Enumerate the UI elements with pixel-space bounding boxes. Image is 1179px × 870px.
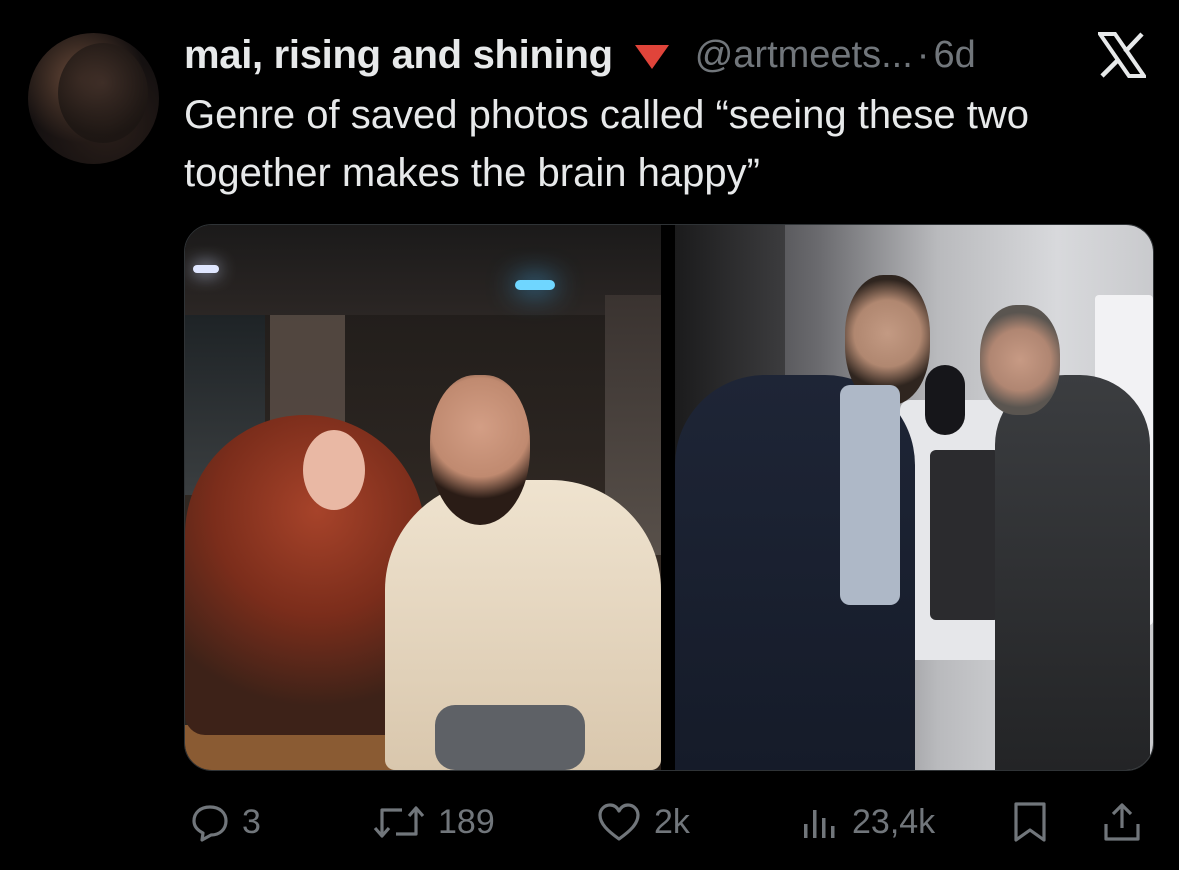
repost-icon <box>373 806 425 838</box>
reply-icon <box>192 805 228 842</box>
like-count: 2k <box>654 802 690 841</box>
photo-couple-restaurant[interactable] <box>185 225 661 770</box>
reply-button[interactable]: 3 <box>190 798 261 846</box>
views-count: 23,4k <box>852 802 936 841</box>
reply-count: 3 <box>242 802 261 841</box>
repost-count: 189 <box>438 802 495 841</box>
avatar[interactable] <box>28 33 159 164</box>
tweet-text: Genre of saved photos called “seeing the… <box>184 93 1029 195</box>
analytics-bars-icon <box>804 810 835 838</box>
like-button[interactable]: 2k <box>596 798 690 846</box>
avatar-image <box>58 43 148 143</box>
photo-payphone-men[interactable] <box>675 225 1153 770</box>
share-icon <box>1104 803 1140 841</box>
red-triangle-emoji-icon <box>634 45 669 69</box>
bookmark-button[interactable] <box>1010 798 1050 846</box>
photo-divider <box>661 225 675 770</box>
separator-dot: · <box>916 33 930 76</box>
timestamp[interactable]: 6d <box>933 34 975 77</box>
repost-button[interactable]: 189 <box>372 798 495 846</box>
media-grid[interactable] <box>184 224 1154 771</box>
tweet-card[interactable]: mai, rising and shining @artmeets... · 6… <box>0 0 1179 870</box>
user-handle[interactable]: @artmeets... <box>695 34 913 77</box>
tweet-header: mai, rising and shining @artmeets... · 6… <box>184 30 976 80</box>
bookmark-icon <box>1014 802 1046 842</box>
display-name[interactable]: mai, rising and shining <box>184 33 613 78</box>
heart-icon <box>598 803 640 841</box>
x-logo-icon <box>1098 32 1146 78</box>
views-button[interactable]: 23,4k <box>800 798 935 846</box>
share-button[interactable] <box>1102 798 1142 846</box>
tweet-actions: 3 189 2k 23,4k <box>184 798 1152 846</box>
